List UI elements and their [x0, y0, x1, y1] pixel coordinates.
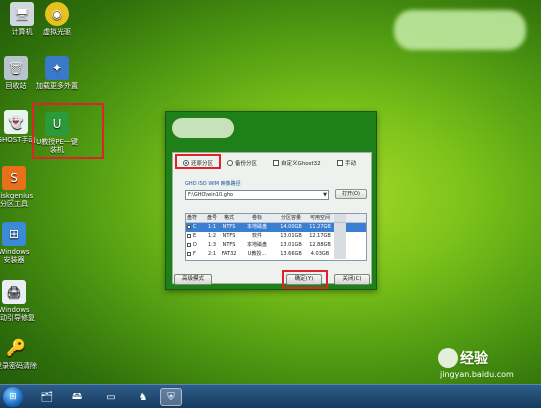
cell-drive: F — [193, 251, 196, 257]
radio-backup-label: 备份分区 — [235, 161, 258, 167]
highlight-box-upe — [32, 103, 104, 159]
header-drive[interactable]: 盘符 — [186, 214, 204, 222]
row-checkbox[interactable] — [187, 242, 191, 247]
cell-free: 12.88GB — [309, 242, 331, 248]
shield-app-icon[interactable]: ⛨ — [160, 388, 182, 406]
cell-free: 12.17GB — [309, 233, 331, 239]
diskgenius-icon: S — [2, 166, 26, 190]
baidu-jingyan-watermark: 经验 jingyan.baidu.com — [436, 346, 536, 382]
cell-free: 11.27GB — [309, 224, 331, 230]
table-row[interactable]: F 2:1 FAT32 U教授... 13.66GB 4.03GB — [186, 250, 366, 259]
cell-format: NTFS — [222, 233, 236, 239]
ghost-install-dialog: 还原分区 备份分区 自定义Ghost32 手动 GHO ISO WIM 映像路径… — [165, 111, 377, 290]
cell-label: 本地磁盘 — [246, 242, 267, 248]
desktop-icon-label: 安装器 — [3, 256, 25, 264]
partition-table: 盘符 盘号 格式 卷标 分区容量 可用空间 C 1:1 NTFS 本地磁盘 14… — [185, 213, 367, 261]
dialog-title-blurred — [172, 118, 234, 138]
checkbox-icon — [337, 160, 343, 166]
row-checkbox[interactable] — [187, 233, 191, 238]
table-header: 盘符 盘号 格式 卷标 分区容量 可用空间 — [186, 214, 366, 223]
highlight-box-restore — [175, 154, 221, 169]
cell-capacity: 14.00GB — [280, 224, 302, 230]
row-checkbox[interactable] — [187, 224, 191, 229]
explorer-icon[interactable]: 🗂 — [36, 388, 58, 406]
cell-drive: C — [193, 224, 197, 230]
cell-format: NTFS — [222, 224, 236, 230]
checkbox-custom-ghost[interactable]: 自定义Ghost32 — [273, 159, 321, 167]
ghost-icon: 👻 — [4, 110, 28, 134]
desktop-icon-label: 分区工具 — [0, 200, 28, 208]
header-capacity[interactable]: 分区容量 — [276, 214, 306, 222]
image-path-label: GHO ISO WIM 映像路径 — [185, 181, 241, 187]
desktop-icon-label: Windows — [0, 248, 30, 256]
cell-free: 4.03GB — [310, 251, 330, 257]
image-path-value: F:\GHO\win10.gho — [188, 192, 234, 198]
windows-setup-icon: ⊞ — [2, 222, 26, 246]
cell-disk: 2:1 — [207, 251, 217, 257]
desktop-icon-load-network[interactable]: ✦ 加载更多外置 — [33, 56, 81, 90]
dialog-panel: 还原分区 备份分区 自定义Ghost32 手动 GHO ISO WIM 映像路径… — [172, 152, 372, 284]
cell-drive: D — [193, 242, 197, 248]
key-icon: 🔑 — [6, 338, 26, 357]
boot-repair-icon: 🖨 — [2, 280, 26, 304]
radio-dot-icon — [227, 160, 233, 166]
cell-disk: 1:1 — [207, 224, 217, 230]
desktop-icon-windows-setup[interactable]: ⊞ Windows 安装器 — [0, 222, 38, 264]
usb-drive-icon[interactable]: ▭ — [100, 388, 122, 406]
recycle-bin-icon: 🗑 — [4, 56, 28, 80]
cell-format: NTFS — [222, 242, 236, 248]
paw-logo-icon — [438, 348, 458, 368]
cell-format: FAT32 — [221, 251, 237, 257]
chess-tool-icon[interactable]: ♞ — [132, 388, 154, 406]
header-label[interactable]: 卷标 — [238, 214, 276, 222]
cell-label: U教授... — [247, 251, 267, 257]
desktop-icon-label: 登录密码清除 — [0, 362, 37, 370]
cell-disk: 1:2 — [207, 233, 217, 239]
close-button[interactable]: 关闭(C) — [334, 274, 370, 285]
table-scrollbar[interactable] — [334, 214, 346, 222]
network-icon: ✦ — [45, 56, 69, 80]
blurred-region — [394, 10, 526, 50]
header-free[interactable]: 可用空间 — [306, 214, 334, 222]
cell-disk: 1:3 — [207, 242, 217, 248]
header-disk[interactable]: 盘号 — [204, 214, 220, 222]
desktop-icon-virtual-drive[interactable]: ◉ 虚拟光驱 — [33, 2, 81, 36]
image-path-select[interactable]: F:\GHO\win10.gho ▼ — [185, 190, 329, 200]
header-format[interactable]: 格式 — [220, 214, 238, 222]
table-row[interactable]: C 1:1 NTFS 本地磁盘 14.00GB 11.27GB — [186, 223, 366, 232]
desktop-icon-label: 启动引导修复 — [0, 314, 35, 322]
row-checkbox[interactable] — [187, 251, 191, 256]
desktop-icon-label: 虚拟光驱 — [43, 28, 71, 36]
chevron-down-icon: ▼ — [323, 192, 327, 198]
cell-capacity: 13.01GB — [280, 242, 302, 248]
cell-capacity: 13.66GB — [280, 251, 302, 257]
taskbar: ⊞ 🗂 🖴 ▭ ♞ ⛨ — [0, 384, 541, 408]
cell-capacity: 13.01GB — [280, 233, 302, 239]
desktop-icon-password-clear[interactable]: 🔑 登录密码清除 — [0, 336, 40, 371]
desktop-icon-diskgenius[interactable]: S Diskgenius 分区工具 — [0, 166, 38, 208]
radio-backup[interactable]: 备份分区 — [227, 159, 257, 167]
checkbox-manual-label: 手动 — [345, 161, 357, 167]
checkbox-icon — [273, 160, 279, 166]
highlight-box-ok — [282, 270, 328, 289]
cell-label: 软件 — [251, 233, 262, 239]
cell-drive: E — [193, 233, 197, 239]
desktop-icon-label: Diskgenius — [0, 192, 34, 200]
checkbox-custom-label: 自定义Ghost32 — [281, 161, 321, 167]
drive-tool-icon[interactable]: 🖴 — [66, 388, 88, 406]
table-row[interactable]: E 1:2 NTFS 软件 13.01GB 12.17GB — [186, 232, 366, 241]
desktop-icon-label: Windows — [0, 306, 30, 314]
disc-icon: ◉ — [45, 2, 69, 26]
desktop-icon-boot-repair[interactable]: 🖨 Windows 启动引导修复 — [0, 280, 38, 322]
advanced-mode-button[interactable]: 高级模式 — [174, 274, 212, 285]
cell-label: 本地磁盘 — [246, 224, 267, 230]
table-row[interactable]: D 1:3 NTFS 本地磁盘 13.01GB 12.88GB — [186, 241, 366, 250]
open-button[interactable]: 打开(O) — [335, 189, 367, 199]
computer-icon: 🖥 — [10, 2, 34, 26]
watermark-brand: 经验 — [460, 351, 488, 367]
desktop-icon-label: 加载更多外置 — [36, 82, 78, 90]
windows-logo-icon[interactable]: ⊞ — [3, 387, 23, 407]
watermark-url: jingyan.baidu.com — [440, 370, 514, 379]
checkbox-manual[interactable]: 手动 — [337, 159, 356, 167]
